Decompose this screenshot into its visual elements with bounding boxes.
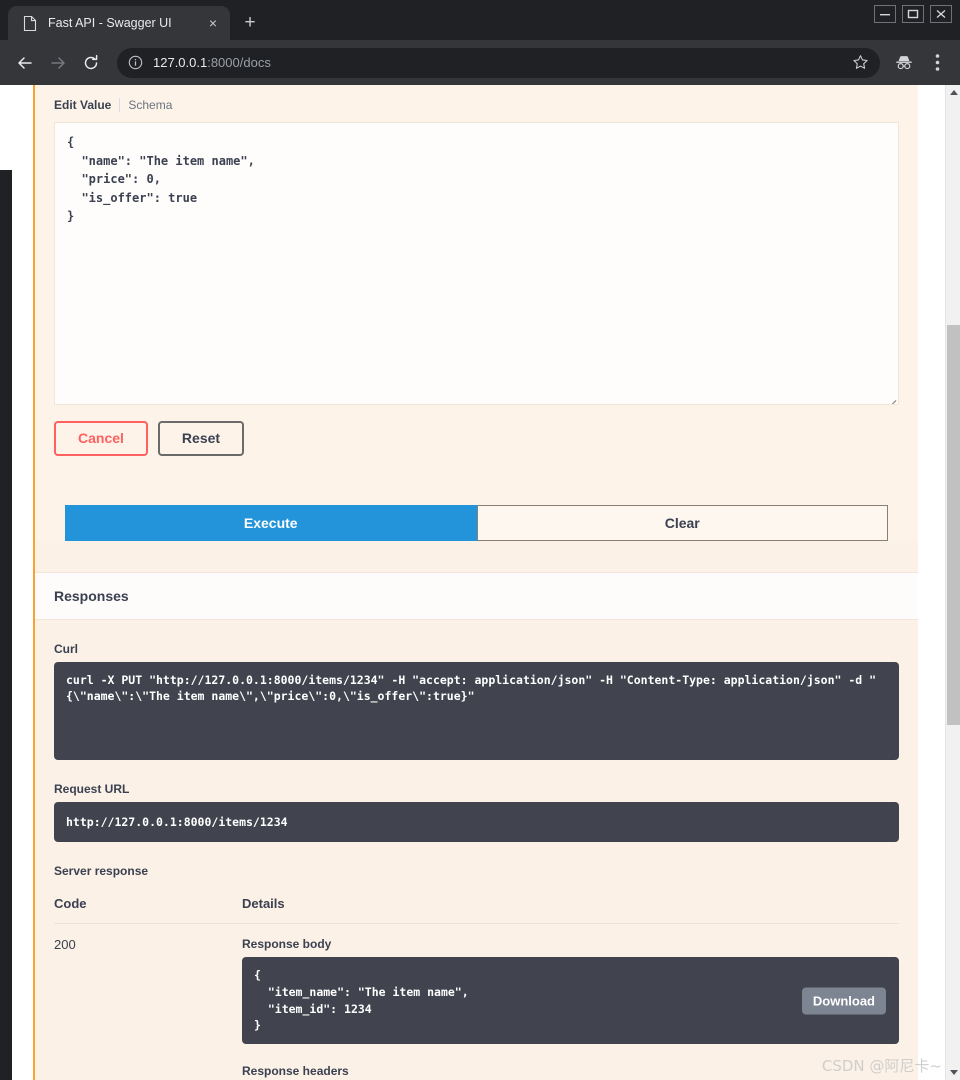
scrollbar-thumb[interactable] (947, 325, 960, 725)
table-row: 200 Response body { "item_name": "The it… (54, 924, 899, 1080)
swagger-ui: Edit Value Schema { "name": "The item na… (12, 85, 945, 1080)
response-body-block: { "item_name": "The item name", "item_id… (242, 957, 899, 1045)
response-body-value: { "item_name": "The item name", "item_id… (242, 957, 899, 1045)
curl-command: curl -X PUT "http://127.0.0.1:8000/items… (54, 661, 899, 760)
cancel-button[interactable]: Cancel (54, 421, 148, 456)
star-icon[interactable] (848, 51, 872, 75)
page-icon (22, 15, 38, 31)
tab-schema[interactable]: Schema (120, 98, 172, 112)
minimize-icon[interactable] (872, 3, 898, 25)
url-host: 127.0.0.1 (153, 55, 208, 70)
editor-tabs: Edit Value Schema (54, 85, 899, 122)
incognito-icon[interactable] (889, 48, 919, 78)
request-url-value: http://127.0.0.1:8000/items/1234 (54, 801, 899, 843)
browser-window: Fast API - Swagger UI × + 127.0.0.1:8000… (0, 0, 960, 1080)
scroll-up-arrow-icon[interactable] (946, 85, 960, 100)
tab-title: Fast API - Swagger UI (48, 16, 172, 30)
operation-block: Edit Value Schema { "name": "The item na… (33, 85, 918, 1080)
responses-header: Responses (35, 571, 918, 620)
url-path: :8000/docs (207, 55, 271, 70)
response-headers-label: Response headers (242, 1064, 349, 1079)
server-response-table: Code Details 200 Response body {"item_n… (54, 886, 899, 1080)
url-text: 127.0.0.1:8000/docs (153, 55, 839, 70)
curl-label: Curl (54, 641, 78, 656)
column-header-code: Code (54, 886, 242, 925)
request-body-section: Edit Value Schema { "name": "The item na… (35, 85, 918, 541)
vertical-scrollbar[interactable] (945, 85, 960, 1080)
responses-title: Responses (54, 587, 129, 604)
request-url-label: Request URL (54, 781, 130, 796)
response-code: 200 (54, 937, 76, 953)
responses-body: Curl curl -X PUT "http://127.0.0.1:8000/… (35, 642, 918, 1080)
clear-button[interactable]: Clear (476, 504, 888, 541)
maximize-icon[interactable] (900, 3, 926, 25)
window-controls (872, 3, 954, 25)
scroll-down-arrow-icon[interactable] (946, 1065, 960, 1080)
close-icon[interactable] (928, 3, 954, 25)
execute-row: Execute Clear (65, 504, 888, 541)
reload-icon[interactable] (76, 48, 106, 78)
execute-button[interactable]: Execute (65, 504, 477, 541)
table-header-row: Code Details (54, 886, 899, 925)
request-body-json: { "name": "The item name", "price": 0, "… (67, 135, 255, 224)
request-body-editor[interactable]: { "name": "The item name", "price": 0, "… (54, 122, 899, 405)
resize-handle-icon[interactable] (884, 390, 897, 404)
browser-toolbar: 127.0.0.1:8000/docs (0, 40, 960, 85)
page-viewport: Edit Value Schema { "name": "The item na… (0, 85, 960, 1080)
info-circle-icon[interactable] (128, 55, 144, 71)
back-arrow-icon[interactable] (10, 48, 40, 78)
tab-edit-value[interactable]: Edit Value (54, 98, 121, 112)
close-icon[interactable]: × (204, 14, 222, 32)
response-details: Response body { "item_name": "The item n… (242, 924, 899, 1080)
address-bar[interactable]: 127.0.0.1:8000/docs (117, 47, 880, 78)
new-tab-button[interactable]: + (236, 9, 264, 37)
column-header-details: Details (242, 886, 899, 925)
three-dot-menu-icon[interactable] (922, 48, 952, 78)
browser-tab[interactable]: Fast API - Swagger UI × (8, 6, 230, 40)
response-body-label: Response body (242, 937, 332, 952)
web-page: Edit Value Schema { "name": "The item na… (0, 85, 945, 1080)
forward-arrow-icon[interactable] (43, 48, 73, 78)
tab-strip: Fast API - Swagger UI × + (0, 0, 960, 40)
reset-button[interactable]: Reset (157, 421, 245, 456)
server-response-label: Server response (54, 864, 149, 879)
window-left-frame (0, 170, 12, 1080)
download-button[interactable]: Download (801, 987, 886, 1015)
editor-button-row: Cancel Reset (54, 405, 899, 456)
